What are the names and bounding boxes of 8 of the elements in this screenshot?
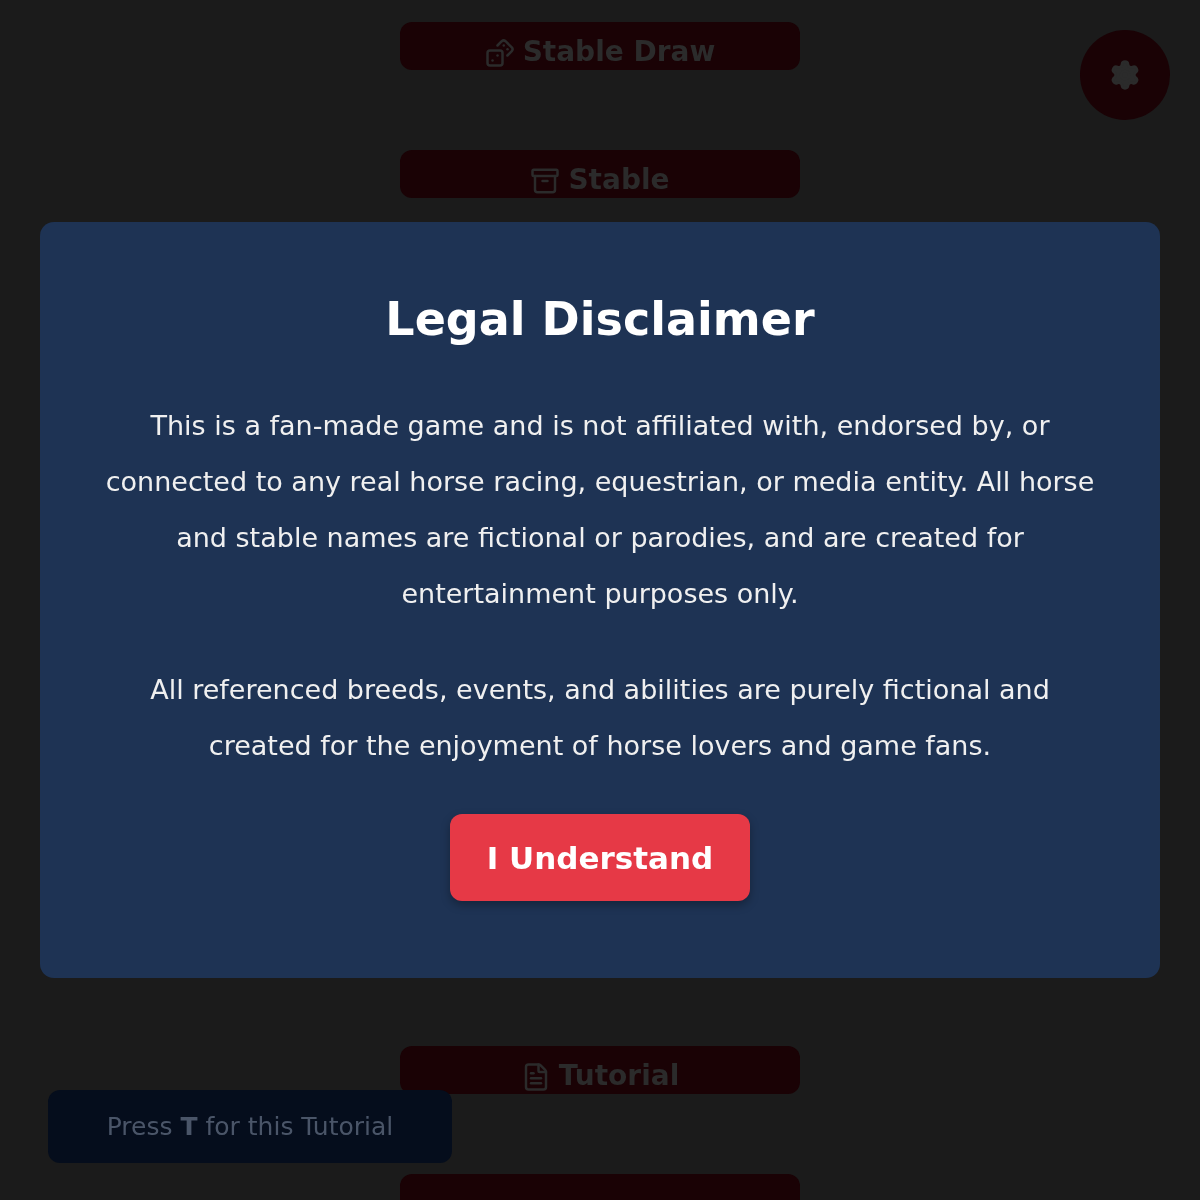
understand-button[interactable]: I Understand (450, 814, 750, 901)
disclaimer-text: All referenced breeds, events, and abilities are purely fictional and created for the enjoyment of horse lovers and game fans. (149, 673, 1051, 763)
dice-icon (484, 38, 515, 68)
dialog-title: Legal Disclaimer (385, 292, 815, 346)
settings-icon (1109, 59, 1141, 91)
archive-icon (530, 166, 561, 196)
tutorial-hint: Press T for this Tutorial (48, 1090, 452, 1163)
disclaimer-text: This is a fan-made game and is not affiliated with, endorsed by, or connected to any real horse racing, equestrian, or media entity. All horse and stable names are fictional or parodies, and are created for entertainment purposes only. (104, 409, 1096, 611)
